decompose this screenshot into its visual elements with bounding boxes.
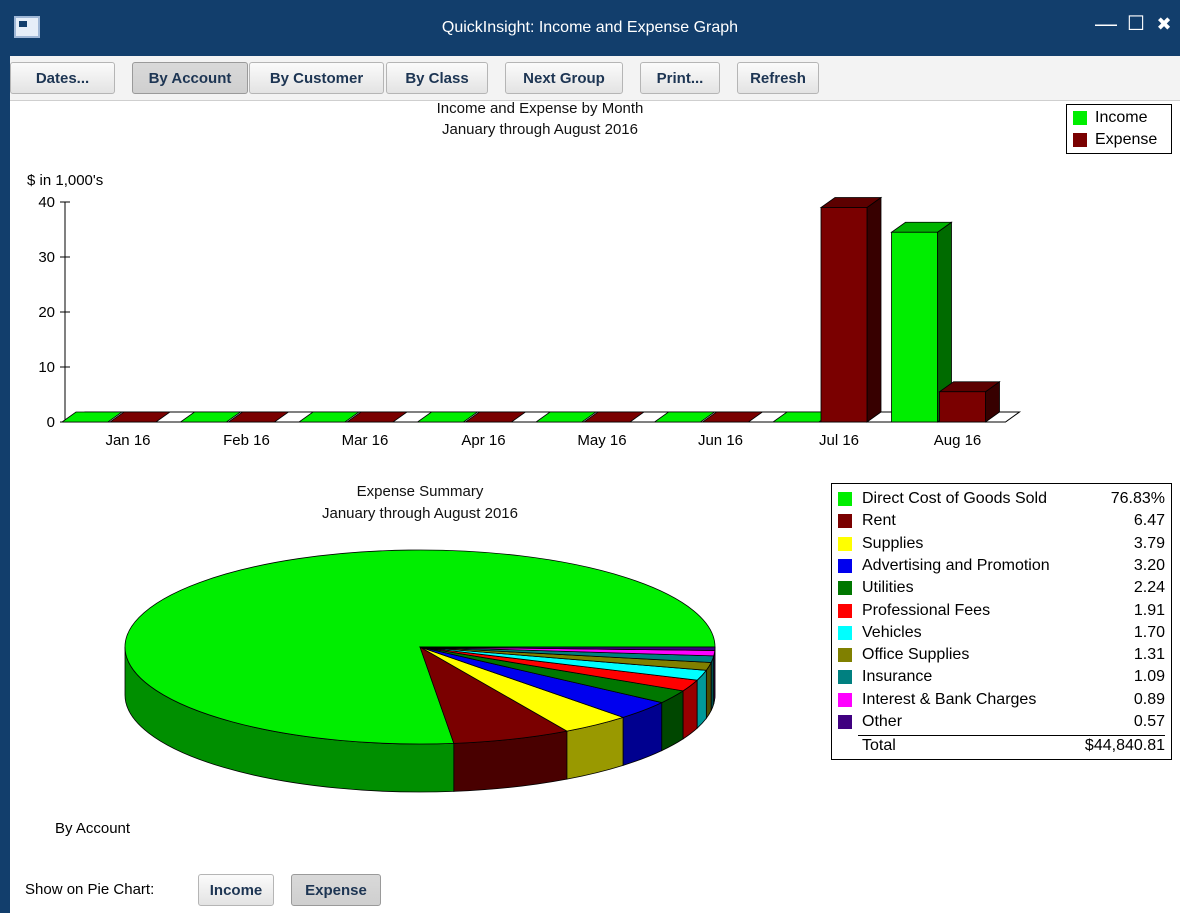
pie-income-button[interactable]: Income	[198, 874, 274, 906]
pie-side-7	[705, 662, 712, 720]
by-customer-button[interactable]: By Customer	[249, 62, 384, 94]
minimize-icon[interactable]: —	[1090, 8, 1122, 40]
pie-legend-label: Insurance	[862, 668, 933, 686]
next-group-button[interactable]: Next Group	[505, 62, 623, 94]
pie-legend-label: Office Supplies	[862, 646, 970, 664]
bar-expense-6	[820, 207, 868, 423]
legend-label-expense: Expense	[1095, 131, 1158, 148]
by-class-button[interactable]: By Class	[386, 62, 488, 94]
dates-button[interactable]: Dates...	[10, 62, 115, 94]
group-by-label: By Account	[55, 820, 131, 837]
pie-chart-legend[interactable]: Direct Cost of Goods Sold 76.83% Rent 6.47 S…	[831, 483, 1172, 760]
pie-legend-swatch	[838, 492, 852, 506]
bar-chart-legend[interactable]: Income Expense	[1066, 104, 1172, 154]
pie-legend-item: Other 0.57	[838, 711, 1165, 733]
pie-chart-title: Expense Summary	[356, 483, 484, 500]
bar-chart-subtitle: January through August 2016	[442, 121, 638, 138]
x-tick-label: Jul 16	[819, 432, 859, 449]
pie-legend-item: Office Supplies 1.31	[838, 644, 1165, 666]
pie-legend-swatch	[838, 536, 852, 551]
x-tick-label: May 16	[577, 432, 626, 449]
bar-chart-title: Income and Expense by Month	[436, 100, 644, 117]
pie-chart-subtitle: January through August 2016	[322, 505, 518, 522]
x-tick-label: Feb 16	[223, 432, 270, 449]
y-tick-label: 10	[38, 359, 55, 376]
expense-swatch	[1073, 133, 1087, 147]
y-tick-label: 0	[47, 414, 55, 431]
pie-legend-label: Utilities	[862, 579, 914, 597]
window-title: QuickInsight: Income and Expense Graph	[441, 19, 739, 36]
y-tick-label: 30	[38, 249, 55, 266]
pie-legend-total-label: Total	[862, 737, 896, 755]
expense-pie-chart[interactable]	[100, 535, 740, 805]
x-tick-label: Aug 16	[934, 432, 982, 449]
pie-legend-swatch	[838, 715, 852, 729]
pie-legend-value: 2.24	[1133, 579, 1165, 597]
pie-legend-label: Direct Cost of Goods Sold	[862, 490, 1047, 507]
pie-legend-item: Advertising and Promotion 3.20	[838, 555, 1165, 577]
toolbar: Dates... By Account By Customer By Class…	[0, 56, 1180, 101]
refresh-button[interactable]: Refresh	[737, 62, 819, 94]
pie-legend-item: Professional Fees 1.91	[838, 600, 1165, 622]
pie-legend-value: 0.57	[1133, 713, 1165, 730]
pie-legend-value: 76.83%	[1110, 490, 1165, 507]
pie-legend-item: Interest & Bank Charges 0.89	[838, 689, 1165, 711]
pie-legend-label: Supplies	[862, 534, 924, 552]
pie-legend-value: 6.47	[1133, 512, 1165, 530]
x-tick-label: Apr 16	[461, 432, 505, 449]
pie-legend-total-row: Total $44,840.81	[838, 735, 1165, 757]
pie-legend-value: 0.89	[1133, 690, 1165, 708]
pie-legend-swatch	[838, 625, 852, 640]
legend-item-expense: Expense	[1073, 129, 1169, 151]
pie-legend-label: Advertising and Promotion	[862, 556, 1050, 574]
y-tick-label: 20	[38, 304, 55, 321]
show-on-pie-chart-label: Show on Pie Chart:	[25, 881, 155, 898]
pie-legend-item: Insurance 1.09	[838, 666, 1165, 688]
pie-legend-swatch	[838, 558, 852, 573]
x-tick-label: Jan 16	[105, 432, 150, 449]
pie-expense-button[interactable]: Expense	[291, 874, 381, 906]
bar-expense-7	[939, 391, 986, 423]
close-icon[interactable]: ✖	[1148, 8, 1180, 40]
bar-side-expense-6	[866, 196, 882, 423]
income-expense-bar-chart[interactable]: 0 10 20 30 40 Jan 16 Feb 16 Mar 16 Apr 16 May 16…	[0, 180, 1060, 460]
pie-legend-label: Professional Fees	[862, 601, 991, 619]
pie-legend-item: Vehicles 1.70	[838, 622, 1165, 644]
pie-legend-swatch	[838, 692, 852, 707]
legend-item-income: Income	[1073, 107, 1169, 129]
pie-legend-item: Rent 6.47	[838, 510, 1165, 532]
pie-legend-item: Direct Cost of Goods Sold 76.83%	[838, 488, 1165, 510]
pie-legend-value: 1.70	[1133, 623, 1165, 641]
income-swatch	[1073, 111, 1087, 125]
by-account-button[interactable]: By Account	[132, 62, 248, 94]
pie-legend-value: 1.09	[1133, 668, 1165, 686]
x-tick-label: Jun 16	[698, 432, 743, 449]
pie-legend-swatch	[838, 514, 852, 529]
pie-legend-label: Vehicles	[862, 623, 922, 641]
pie-legend-value: 3.20	[1133, 556, 1165, 574]
pie-legend-value: 1.31	[1133, 646, 1165, 664]
pie-legend-label: Rent	[862, 512, 896, 530]
pie-legend-value: 1.91	[1133, 601, 1165, 619]
pie-legend-swatch	[838, 603, 852, 618]
pie-legend-item: Utilities 2.24	[838, 577, 1165, 599]
pie-legend-swatch	[838, 648, 852, 663]
pie-legend-total-value: $44,840.81	[1084, 737, 1165, 755]
pie-legend-swatch	[838, 581, 852, 596]
pie-legend-swatch	[838, 670, 852, 685]
legend-label-income: Income	[1095, 109, 1148, 126]
pie-legend-label: Interest & Bank Charges	[862, 690, 1037, 708]
x-tick-label: Mar 16	[342, 432, 389, 449]
pie-legend-item: Supplies 3.79	[838, 533, 1165, 555]
print-button[interactable]: Print...	[640, 62, 720, 94]
y-tick-label: 40	[38, 194, 55, 211]
pie-legend-value: 3.79	[1133, 534, 1165, 552]
bar-income-7	[891, 231, 938, 423]
pie-legend-label: Other	[862, 713, 903, 730]
